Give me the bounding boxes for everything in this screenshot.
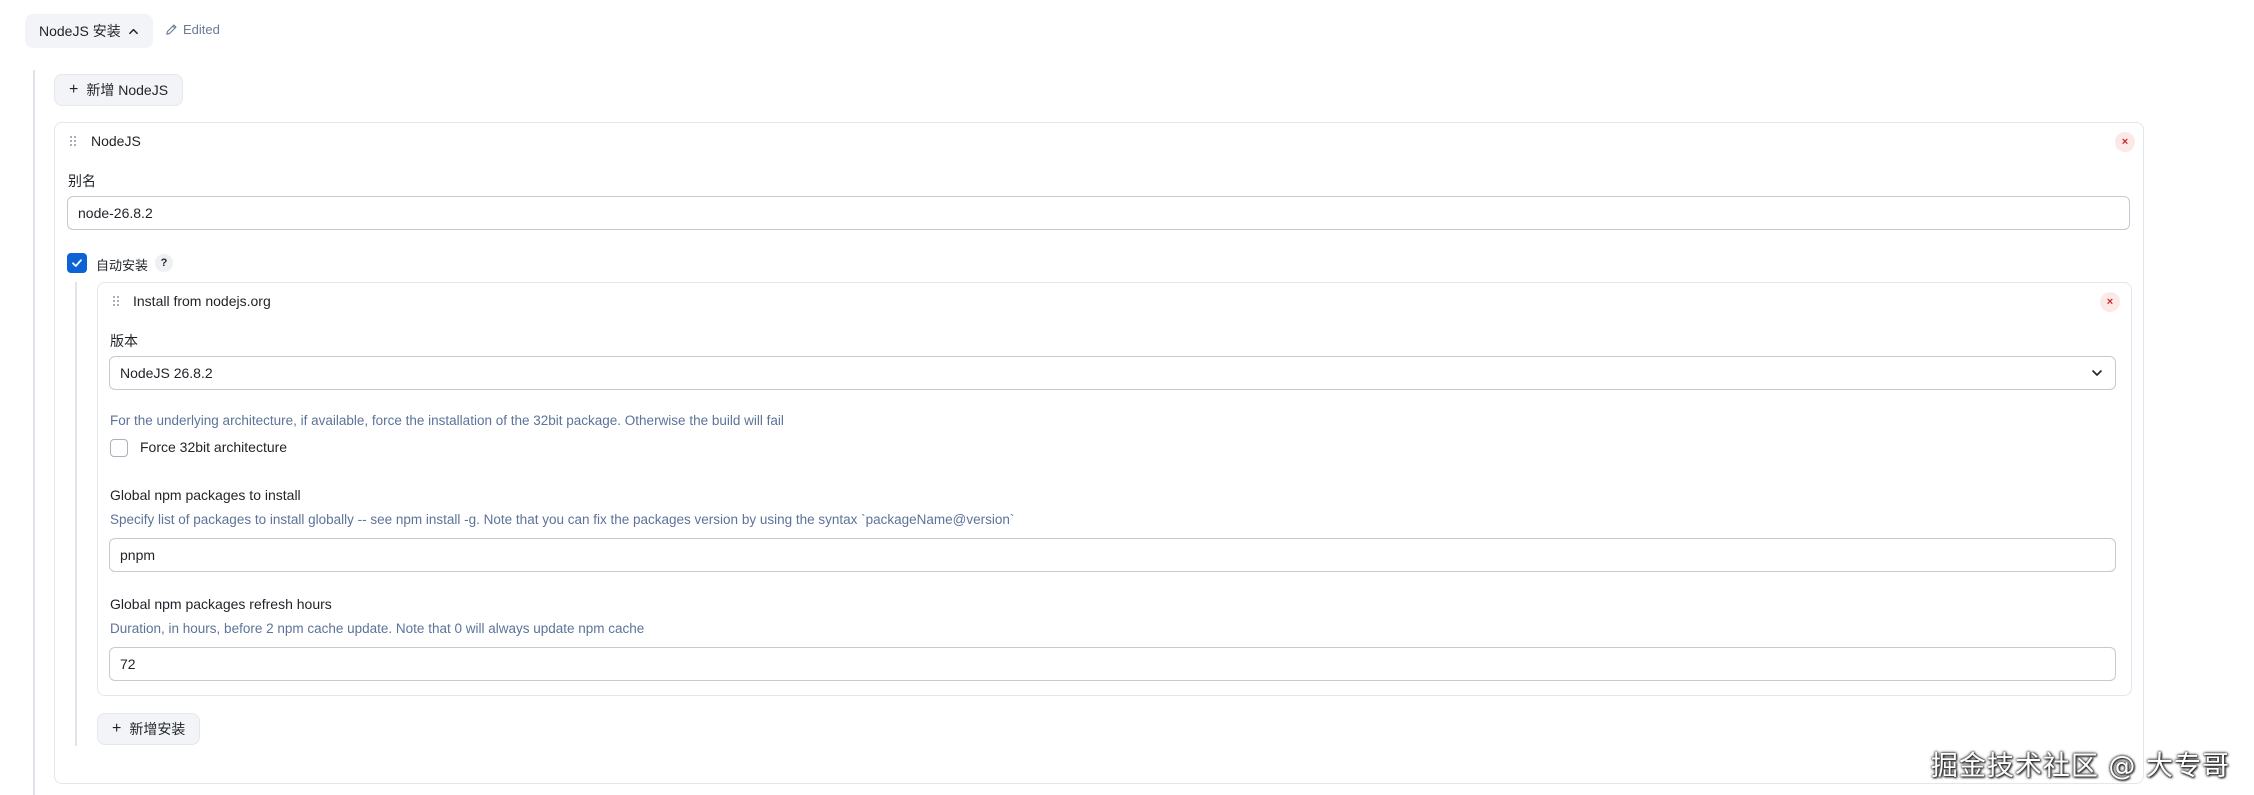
checkmark-icon <box>72 259 82 267</box>
npm-packages-input[interactable] <box>109 538 2116 572</box>
chevron-up-icon <box>128 28 138 34</box>
help-icon[interactable]: ? <box>155 254 173 272</box>
remove-installer-button[interactable]: × <box>2100 292 2120 312</box>
plus-icon: + <box>112 720 122 737</box>
installer-guide-line <box>75 282 77 746</box>
chevron-down-icon <box>2092 370 2102 376</box>
add-nodejs-button[interactable]: + 新增 NodeJS <box>54 74 184 106</box>
close-icon: × <box>2121 136 2129 148</box>
auto-install-label: 自动安装 <box>96 258 149 273</box>
alias-input[interactable] <box>67 196 2130 230</box>
edited-label: Edited <box>183 22 220 37</box>
installer-title: Install from nodejs.org <box>133 293 271 309</box>
pencil-icon <box>166 24 177 35</box>
version-selected-value: NodeJS 26.8.2 <box>120 365 213 381</box>
nodejs-card-title: NodeJS <box>91 133 141 149</box>
force32-description: For the underlying architecture, if avai… <box>110 413 784 428</box>
auto-install-checkbox[interactable] <box>67 253 87 273</box>
refresh-hours-description: Duration, in hours, before 2 npm cache u… <box>110 621 645 636</box>
close-icon: × <box>2106 296 2114 308</box>
npm-packages-description: Specify list of packages to install glob… <box>110 512 1015 527</box>
plus-icon: + <box>69 81 79 98</box>
remove-nodejs-button[interactable]: × <box>2115 132 2135 152</box>
section-guide-line <box>33 70 35 795</box>
drag-handle-icon[interactable] <box>113 296 119 306</box>
add-installer-button[interactable]: + 新增安装 <box>97 713 201 745</box>
section-toggle-button[interactable]: NodeJS 安装 <box>25 14 153 48</box>
refresh-hours-label: Global npm packages refresh hours <box>110 596 332 612</box>
add-installer-label: 新增安装 <box>129 721 186 737</box>
alias-label: 别名 <box>68 173 96 189</box>
force32-label: Force 32bit architecture <box>140 439 288 455</box>
version-label: 版本 <box>110 333 138 349</box>
watermark: 掘金技术社区 @ 大专哥 <box>1930 751 2230 782</box>
add-nodejs-label: 新增 NodeJS <box>86 82 169 98</box>
drag-handle-icon[interactable] <box>70 136 76 146</box>
version-select[interactable]: NodeJS 26.8.2 <box>109 356 2116 390</box>
refresh-hours-input[interactable] <box>109 647 2116 681</box>
section-title: NodeJS 安装 <box>39 23 121 39</box>
edited-indicator: Edited <box>165 22 220 37</box>
force32-checkbox[interactable] <box>110 439 128 457</box>
npm-packages-label: Global npm packages to install <box>110 487 301 503</box>
